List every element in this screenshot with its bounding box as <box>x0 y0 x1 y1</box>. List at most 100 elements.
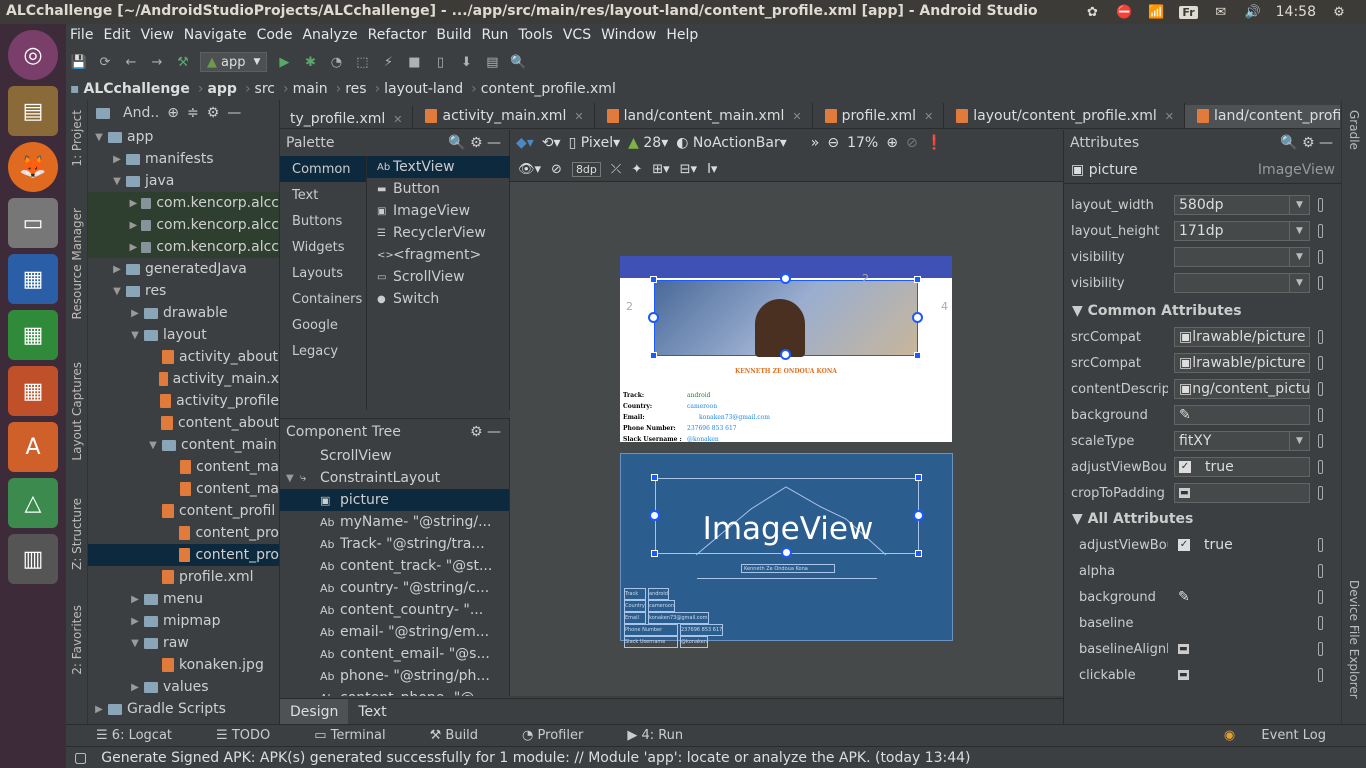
gear-icon[interactable]: ⚙ <box>470 135 483 151</box>
breadcrumb-src[interactable]: src <box>255 81 275 97</box>
tab-land-content-profile[interactable]: land/content_profile.xml <box>1184 104 1340 128</box>
attribute-value-field[interactable] <box>1174 561 1310 581</box>
autoconnect-icon[interactable]: ⊘ <box>551 162 562 177</box>
project-view-select[interactable]: And.. <box>123 105 159 121</box>
project-tree-item[interactable]: ▶ com.kencorp.alcc <box>88 214 279 236</box>
pin-icon[interactable] <box>1318 668 1323 682</box>
hide-icon[interactable]: — <box>1319 135 1333 151</box>
stop-icon[interactable]: ■ <box>403 51 425 73</box>
workspace-icon[interactable]: ▥ <box>8 534 58 584</box>
component-tree-item[interactable]: ▼ ⤷ ConstraintLayout <box>280 467 509 489</box>
chevron-down-icon[interactable]: ▼ <box>1289 274 1309 292</box>
breadcrumb-app[interactable]: app <box>207 81 237 97</box>
more-icon[interactable]: » <box>811 135 820 151</box>
profile-icon[interactable]: ◔ <box>325 51 347 73</box>
device-select[interactable]: ▯ Pixel▾ <box>569 135 621 151</box>
chevron-down-icon[interactable]: ▼ <box>1289 248 1309 266</box>
build-hammer-icon[interactable]: ⚒ <box>172 51 194 73</box>
pick-resource-icon[interactable]: ✎ <box>1178 589 1190 605</box>
project-tree-item[interactable]: ▶ values <box>88 676 279 698</box>
tab-activity-profile[interactable]: ty_profile.xml ✕ <box>280 106 414 128</box>
palette-category[interactable]: Common <box>280 156 366 182</box>
tool-todo[interactable]: ☰ TODO <box>216 728 292 743</box>
attribute-value-field[interactable]: ✓ true <box>1174 457 1310 477</box>
project-tree-item[interactable]: ▼ content_main <box>88 434 279 456</box>
checkbox[interactable]: ▬ <box>1178 644 1189 654</box>
pin-icon[interactable] <box>1318 460 1323 474</box>
zoom-fit-icon[interactable]: ⊘ <box>906 135 918 151</box>
infer-constraints-icon[interactable]: ✦ <box>631 162 642 177</box>
search-icon[interactable]: 🔍 <box>1280 135 1297 151</box>
attribute-value-field[interactable]: ▼ <box>1174 273 1310 293</box>
project-structure-icon[interactable]: ▤ <box>481 51 503 73</box>
android-studio-icon[interactable]: △ <box>8 478 58 528</box>
project-tree-item[interactable]: konaken.jpg <box>88 654 279 676</box>
palette-item[interactable]: ▬ Button <box>367 178 510 200</box>
menu-analyze[interactable]: Analyze <box>302 27 357 43</box>
project-tree-item[interactable]: content_profil <box>88 500 279 522</box>
picture-image-view[interactable] <box>654 280 918 357</box>
project-tree-item[interactable]: ▶ Gradle Scripts <box>88 698 279 720</box>
project-tree-item[interactable]: content_about <box>88 412 279 434</box>
pin-icon[interactable] <box>1318 538 1323 552</box>
component-tree-item[interactable]: Ab country- "@string/c... <box>280 577 509 599</box>
checkbox[interactable]: ▬ <box>1179 488 1190 498</box>
tab-land-content-main[interactable]: land/content_main.xml ✕ <box>595 103 813 128</box>
checkbox[interactable]: ✓ <box>1179 461 1191 473</box>
pin-icon[interactable] <box>1318 564 1323 578</box>
project-tree-item[interactable]: ▶ drawable <box>88 302 279 324</box>
attribute-value-field[interactable]: ✎ <box>1174 405 1310 425</box>
clear-constraints-icon[interactable]: ⤫ <box>611 162 621 177</box>
chevron-down-icon[interactable]: ▼ <box>1289 196 1309 214</box>
tool-build[interactable]: ⚒ Build <box>430 728 500 743</box>
tab-layout-content-profile[interactable]: layout/content_profile.xml ✕ <box>944 103 1185 128</box>
writer-icon[interactable]: ▦ <box>8 254 58 304</box>
component-tree-item[interactable]: Ab content_country- "... <box>280 599 509 621</box>
attribute-value-field[interactable]: ✎ <box>1174 587 1310 607</box>
tool-run[interactable]: ▶ 4: Run <box>627 728 705 743</box>
tool-layout-captures[interactable]: Layout Captures <box>70 362 84 461</box>
tab-design[interactable]: Design <box>280 698 349 725</box>
chevron-down-icon[interactable]: ▼ <box>1289 432 1309 450</box>
palette-category[interactable]: Layouts <box>280 260 366 286</box>
attach-debugger-icon[interactable]: ⬚ <box>351 51 373 73</box>
hide-icon[interactable]: — <box>487 424 501 440</box>
tool-resource-manager[interactable]: Resource Manager <box>70 208 84 319</box>
collapse-icon[interactable]: ≑ <box>187 105 199 121</box>
chevron-down-icon[interactable]: ▼ <box>1289 222 1309 240</box>
pin-icon[interactable] <box>1318 224 1323 238</box>
pin-icon[interactable] <box>1318 276 1323 290</box>
project-tree-item[interactable]: ▼ res <box>88 280 279 302</box>
apply-changes-icon[interactable]: ⚡ <box>377 51 399 73</box>
project-tree-item[interactable]: activity_about <box>88 346 279 368</box>
palette-item[interactable]: ☰ RecyclerView <box>367 222 510 244</box>
warning-icon[interactable]: ❗ <box>926 135 943 151</box>
attribute-value-field[interactable]: ▼ <box>1174 247 1310 267</box>
project-tree-item[interactable]: content_pro <box>88 522 279 544</box>
clock[interactable]: 14:58 <box>1276 4 1316 20</box>
project-tree-item[interactable]: content_ma <box>88 456 279 478</box>
attribute-value-field[interactable]: fitXY ▼ <box>1174 431 1310 451</box>
project-tree-item[interactable]: content_pro <box>88 544 279 566</box>
volume-icon[interactable]: 🔊 <box>1244 4 1262 20</box>
save-icon[interactable]: 💾 <box>68 51 90 73</box>
blueprint-image-view[interactable]: ImageView <box>655 478 919 555</box>
menu-file[interactable]: File <box>70 27 93 43</box>
menu-navigate[interactable]: Navigate <box>184 27 247 43</box>
keyboard-language[interactable]: Fr <box>1179 5 1198 19</box>
pin-icon[interactable] <box>1318 434 1323 448</box>
pin-icon[interactable] <box>1318 356 1323 370</box>
tool-logcat[interactable]: ☰ 6: Logcat <box>96 728 194 743</box>
mail-icon[interactable]: ✉ <box>1212 4 1230 20</box>
tool-gradle[interactable]: Gradle <box>1347 110 1361 150</box>
pin-icon[interactable] <box>1318 250 1323 264</box>
software-center-icon[interactable]: A <box>8 422 58 472</box>
project-tree-item[interactable]: ▶ manifests <box>88 148 279 170</box>
palette-item[interactable]: Ab TextView <box>367 156 510 178</box>
project-tree-item[interactable]: profile.xml <box>88 566 279 588</box>
hide-icon[interactable]: — <box>487 135 501 151</box>
project-tree-item[interactable]: ▼ java <box>88 170 279 192</box>
menu-run[interactable]: Run <box>482 27 509 43</box>
project-tree-item[interactable]: activity_main.x <box>88 368 279 390</box>
close-icon[interactable]: ✕ <box>792 110 801 123</box>
